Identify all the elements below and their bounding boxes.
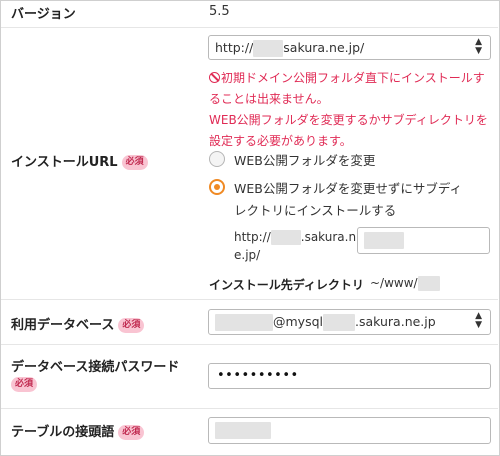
table-prefix-label-text: テーブルの接頭語 <box>11 425 115 440</box>
install-dest-label: インストール先ディレクトリ <box>209 278 364 292</box>
install-url-line2: e.jp/ <box>234 248 261 262</box>
dest-redaction <box>417 276 440 291</box>
radio-install-subdirectory[interactable] <box>209 179 225 195</box>
error-line-1-text: 初期ドメイン公開フォルダ直下にインストールす <box>221 71 485 85</box>
domain-select[interactable]: http:// sakura.ne.jp/ ▲ ▼ <box>208 35 491 60</box>
radio-change-public-folder[interactable] <box>209 151 225 167</box>
db-host-redaction <box>323 314 355 331</box>
subdirectory-redaction <box>364 232 404 249</box>
db-password-value: •••••••••• <box>217 368 299 383</box>
error-line-1: 初期ドメイン公開フォルダ直下にインストールす <box>209 68 494 89</box>
install-url-label: インストールURL 必須 <box>11 151 148 170</box>
version-label: バージョン <box>11 7 76 22</box>
domain-select-suffix: sakura.ne.jp/ <box>283 40 365 55</box>
database-select-middle: @mysql <box>273 314 323 329</box>
option2-label-line1[interactable]: WEB公開フォルダを変更せずにサブディ <box>234 178 462 197</box>
required-badge: 必須 <box>118 425 145 440</box>
install-url-line1: http:// .sakura.n <box>234 230 356 245</box>
prohibited-icon <box>209 72 220 83</box>
database-label-text: 利用データベース <box>11 318 115 333</box>
db-password-input[interactable]: •••••••••• <box>208 363 491 389</box>
database-select[interactable]: @mysql .sakura.ne.jp ▲ ▼ <box>208 309 491 335</box>
version-row: バージョン 5.5 <box>1 0 498 28</box>
select-arrows-icon: ▲ ▼ <box>475 311 482 330</box>
domain-redaction <box>253 40 284 57</box>
error-line-2: ることは出来ません。 <box>209 92 329 106</box>
subdirectory-input[interactable] <box>357 227 490 254</box>
install-dest-value: ~/www/ <box>370 276 440 291</box>
required-badge: 必須 <box>11 377 38 392</box>
error-line-4: 設定する必要があります。 <box>209 134 352 148</box>
version-value: 5.5 <box>209 4 230 19</box>
option2-label-line2[interactable]: レクトリにインストールする <box>234 200 396 219</box>
required-badge: 必須 <box>118 318 145 333</box>
install-url-label-text: インストールURL <box>11 155 118 170</box>
table-prefix-input[interactable] <box>208 417 491 444</box>
table-prefix-label: テーブルの接頭語 必須 <box>11 421 145 440</box>
domain-select-prefix: http:// <box>215 40 254 55</box>
install-dest-value-text: ~/www/ <box>370 276 418 290</box>
required-badge: 必須 <box>121 155 148 170</box>
db-user-redaction <box>215 314 273 331</box>
install-error-message: 初期ドメイン公開フォルダ直下にインストールす ることは出来ません。 WEB公開フ… <box>209 68 494 152</box>
error-line-3: WEB公開フォルダを変更するかサブディレクトリを <box>209 113 488 127</box>
database-select-suffix: .sakura.ne.jp <box>355 314 436 329</box>
database-label: 利用データベース 必須 <box>11 314 145 333</box>
table-prefix-redaction <box>215 422 271 439</box>
option1-label[interactable]: WEB公開フォルダを変更 <box>234 150 375 169</box>
install-url-suffix: .sakura.n <box>300 230 357 244</box>
url-redaction <box>270 230 301 245</box>
install-url-prefix: http:// <box>234 230 271 244</box>
db-password-label: データベース接続パスワード <box>11 360 180 375</box>
select-arrows-icon: ▲ ▼ <box>475 37 482 56</box>
